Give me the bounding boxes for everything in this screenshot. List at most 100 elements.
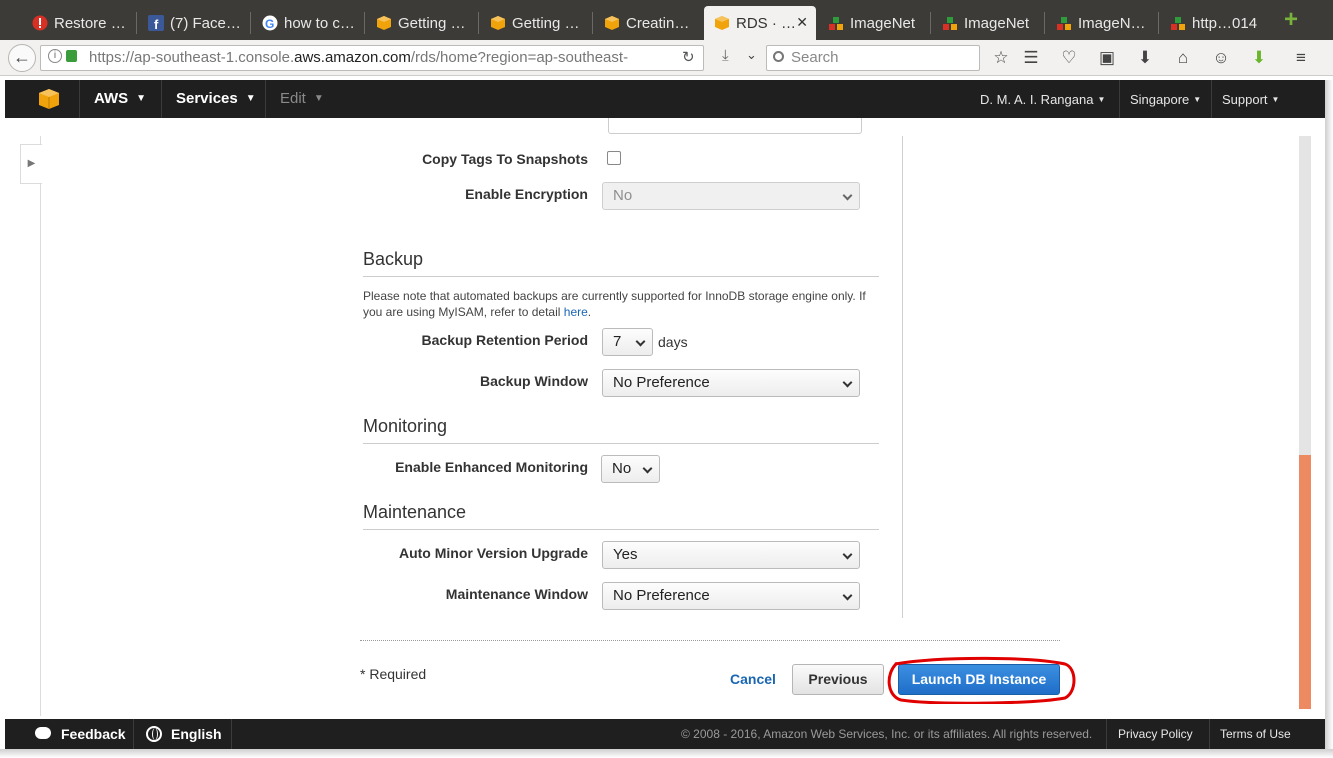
aws-logo-icon[interactable]: [38, 88, 60, 110]
window-shadow-bottom: [0, 749, 1333, 758]
backup-window-value: No Preference: [613, 374, 710, 391]
tab-label: how to c…: [284, 14, 355, 32]
copy-tags-row: Copy Tags To Snapshots: [345, 151, 588, 171]
browser-search-input[interactable]: Search: [766, 45, 980, 71]
browser-tab-imagenet-1[interactable]: ImageNet: [818, 6, 928, 40]
browser-tab-restore[interactable]: Restore …: [22, 6, 134, 40]
browser-tab-rds-active[interactable]: RDS · … ✕: [704, 6, 816, 40]
aws-footer: Feedback English © 2008 - 2016, Amazon W…: [5, 719, 1325, 749]
support-menu[interactable]: Support ▼: [1222, 92, 1279, 107]
browser-tab-http[interactable]: http…014: [1160, 6, 1272, 40]
chevron-down-icon: [842, 377, 853, 388]
edit-menu[interactable]: Edit ▼: [280, 90, 324, 107]
browser-tab-google[interactable]: G how to c…: [252, 6, 362, 40]
backup-section-title: Backup: [363, 249, 424, 269]
chevron-down-icon: ▼: [1271, 95, 1280, 104]
close-tab-icon[interactable]: ✕: [796, 14, 808, 31]
previous-button[interactable]: Previous: [792, 664, 884, 695]
retention-unit: days: [658, 334, 688, 350]
enhanced-monitoring-value: No: [612, 460, 632, 477]
minor-upgrade-value: Yes: [613, 546, 638, 563]
encryption-select[interactable]: No: [602, 182, 860, 210]
enhanced-monitoring-select[interactable]: No: [601, 455, 660, 483]
aws-box-icon: [490, 15, 506, 31]
browser-tab-imagenet-2[interactable]: ImageNet: [932, 6, 1042, 40]
tab-label: Getting …: [512, 14, 580, 32]
red-annotation-circle: [887, 656, 1076, 704]
browser-tab-imagenet-3[interactable]: ImageN…: [1046, 6, 1156, 40]
form-panel-border: [902, 136, 903, 618]
downloads-icon[interactable]: ⬇: [1134, 48, 1156, 68]
maintenance-window-label: Maintenance Window: [445, 586, 588, 602]
google-icon: G: [262, 15, 278, 31]
user-menu[interactable]: D. M. A. I. Rangana ▼: [980, 92, 1105, 107]
chevron-down-icon: [635, 336, 646, 347]
browser-tab-creating[interactable]: Creatin…: [594, 6, 702, 40]
info-icon[interactable]: i: [48, 49, 62, 63]
services-menu[interactable]: Services ▼: [176, 90, 256, 107]
bookmark-star-icon[interactable]: ☆: [990, 48, 1012, 68]
screenshot-frame: Restore … f (7) Face… G how to c… Gettin…: [0, 0, 1333, 758]
chevron-down-icon: ▼: [245, 93, 256, 104]
tab-label: (7) Face…: [170, 14, 241, 32]
chevron-down-icon: ▼: [313, 93, 324, 104]
error-icon: [32, 15, 48, 31]
tab-label: http…014: [1192, 14, 1258, 32]
previous-field-partial: [608, 118, 862, 134]
maintenance-window-select[interactable]: No Preference: [602, 582, 860, 610]
terms-of-use-link[interactable]: Terms of Use: [1220, 727, 1291, 741]
chevron-down-icon: ▼: [136, 93, 147, 104]
imagenet-icon: [828, 15, 844, 31]
download-arrow-icon[interactable]: ⤓: [722, 47, 729, 64]
encryption-value: No: [613, 187, 633, 204]
chat-icon[interactable]: ☺: [1210, 48, 1232, 68]
aws-box-icon: [376, 15, 392, 31]
aws-box-icon: [714, 15, 730, 31]
backup-note-link[interactable]: here: [564, 305, 588, 319]
encryption-row: Enable Encryption: [345, 186, 588, 206]
search-icon: [773, 51, 784, 62]
menu-hamburger-icon[interactable]: ≡: [1290, 48, 1312, 68]
back-arrow-icon[interactable]: ←: [8, 44, 36, 72]
cancel-link[interactable]: Cancel: [730, 671, 776, 687]
facebook-icon: f: [148, 15, 164, 32]
retention-select[interactable]: 7: [602, 328, 653, 356]
backup-window-select[interactable]: No Preference: [602, 369, 860, 397]
retention-row: Backup Retention Period: [345, 332, 588, 352]
privacy-policy-link[interactable]: Privacy Policy: [1118, 727, 1193, 741]
pocket-icon[interactable]: ♡: [1058, 48, 1080, 68]
window-shadow-right: [1325, 80, 1333, 758]
reading-list-icon[interactable]: ☰: [1020, 48, 1042, 68]
imagenet-icon: [942, 15, 958, 31]
download-helper-icon[interactable]: ⬇: [1248, 48, 1270, 68]
home-icon[interactable]: ⌂: [1172, 48, 1194, 68]
extension-icon[interactable]: ▣: [1096, 48, 1118, 68]
language-selector[interactable]: English: [171, 726, 222, 742]
url-bar[interactable]: https://ap-southeast-1.console.aws.amazo…: [40, 45, 704, 71]
page-scrollbar-thumb[interactable]: [1299, 455, 1311, 709]
tab-label: Restore …: [54, 14, 126, 32]
services-label: Services: [176, 90, 238, 107]
chevron-down-icon: [842, 590, 853, 601]
actions-divider: [360, 640, 1060, 641]
imagenet-icon: [1056, 15, 1072, 31]
url-domain: aws.amazon.com: [294, 49, 411, 66]
minor-upgrade-select[interactable]: Yes: [602, 541, 860, 569]
chevron-down-icon: ▼: [1097, 95, 1106, 104]
browser-tab-facebook[interactable]: f (7) Face…: [138, 6, 248, 40]
browser-tab-getting-1[interactable]: Getting …: [366, 6, 476, 40]
search-placeholder: Search: [791, 49, 839, 66]
new-tab-plus-icon[interactable]: +: [1280, 8, 1302, 32]
svg-text:G: G: [265, 17, 274, 31]
expand-sidebar-arrow-icon[interactable]: ▶: [20, 144, 42, 184]
reload-icon[interactable]: ↻: [682, 48, 695, 66]
feedback-link[interactable]: Feedback: [61, 726, 126, 742]
region-menu[interactable]: Singapore ▼: [1130, 92, 1201, 107]
chevron-down-icon[interactable]: ⌄: [746, 47, 757, 63]
aws-menu[interactable]: AWS ▼: [94, 90, 146, 107]
copy-tags-checkbox[interactable]: [607, 151, 621, 165]
aws-menu-label: AWS: [94, 90, 129, 107]
edit-label: Edit: [280, 90, 306, 107]
tab-label: ImageNet: [964, 14, 1030, 32]
browser-tab-getting-2[interactable]: Getting …: [480, 6, 590, 40]
